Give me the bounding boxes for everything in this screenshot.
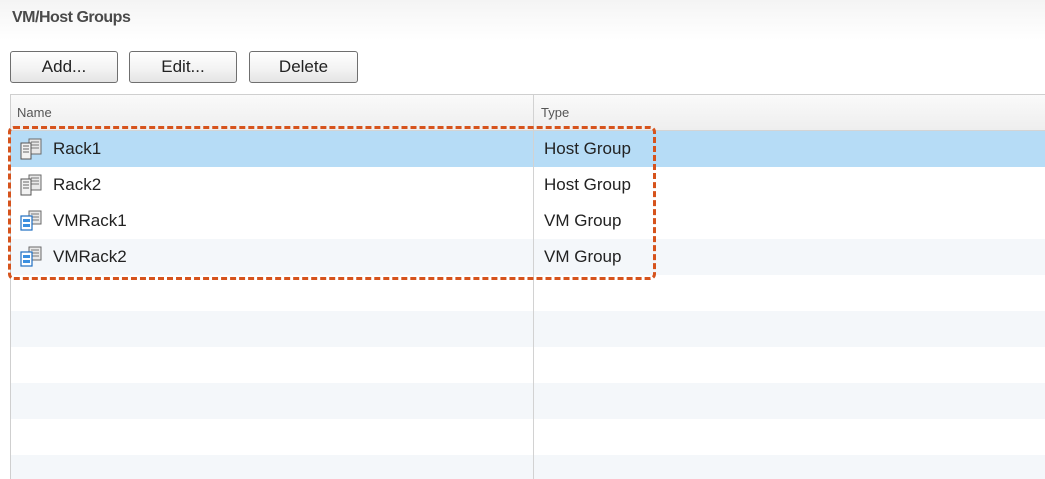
delete-button[interactable]: Delete (249, 51, 358, 83)
panel-title: VM/Host Groups (12, 9, 131, 26)
empty-row (11, 455, 1045, 479)
table-row[interactable]: Rack2 Host Group (11, 167, 1045, 203)
host-group-icon (20, 174, 42, 196)
table-header: Name Type (11, 95, 1045, 131)
column-header-name[interactable]: Name (17, 105, 52, 120)
row-type: Host Group (544, 175, 631, 194)
empty-row (11, 419, 1045, 455)
empty-row (11, 275, 1045, 311)
row-name: Rack1 (53, 139, 102, 158)
row-type: Host Group (544, 139, 631, 158)
row-name: VMRack2 (53, 247, 127, 266)
row-type: VM Group (544, 211, 622, 230)
table-row[interactable]: VMRack2 VM Group (11, 239, 1045, 275)
row-name: Rack2 (53, 175, 102, 194)
table-row[interactable]: VMRack1 VM Group (11, 203, 1045, 239)
row-name: VMRack1 (53, 211, 127, 230)
table-row[interactable]: Rack1 Host Group (11, 131, 1045, 167)
add-button[interactable]: Add... (10, 51, 118, 83)
vm-group-icon (20, 210, 42, 231)
row-type: VM Group (544, 247, 622, 266)
panel-header: VM/Host Groups (0, 0, 1045, 40)
column-divider[interactable] (533, 95, 534, 479)
edit-button[interactable]: Edit... (129, 51, 237, 83)
empty-row (11, 347, 1045, 383)
empty-row (11, 383, 1045, 419)
groups-table: Name Type Rack1 Host Group Rack2 Host Gr… (10, 94, 1045, 479)
host-group-icon (20, 138, 42, 160)
empty-row (11, 311, 1045, 347)
vm-group-icon (20, 246, 42, 267)
column-header-type[interactable]: Type (541, 105, 569, 120)
